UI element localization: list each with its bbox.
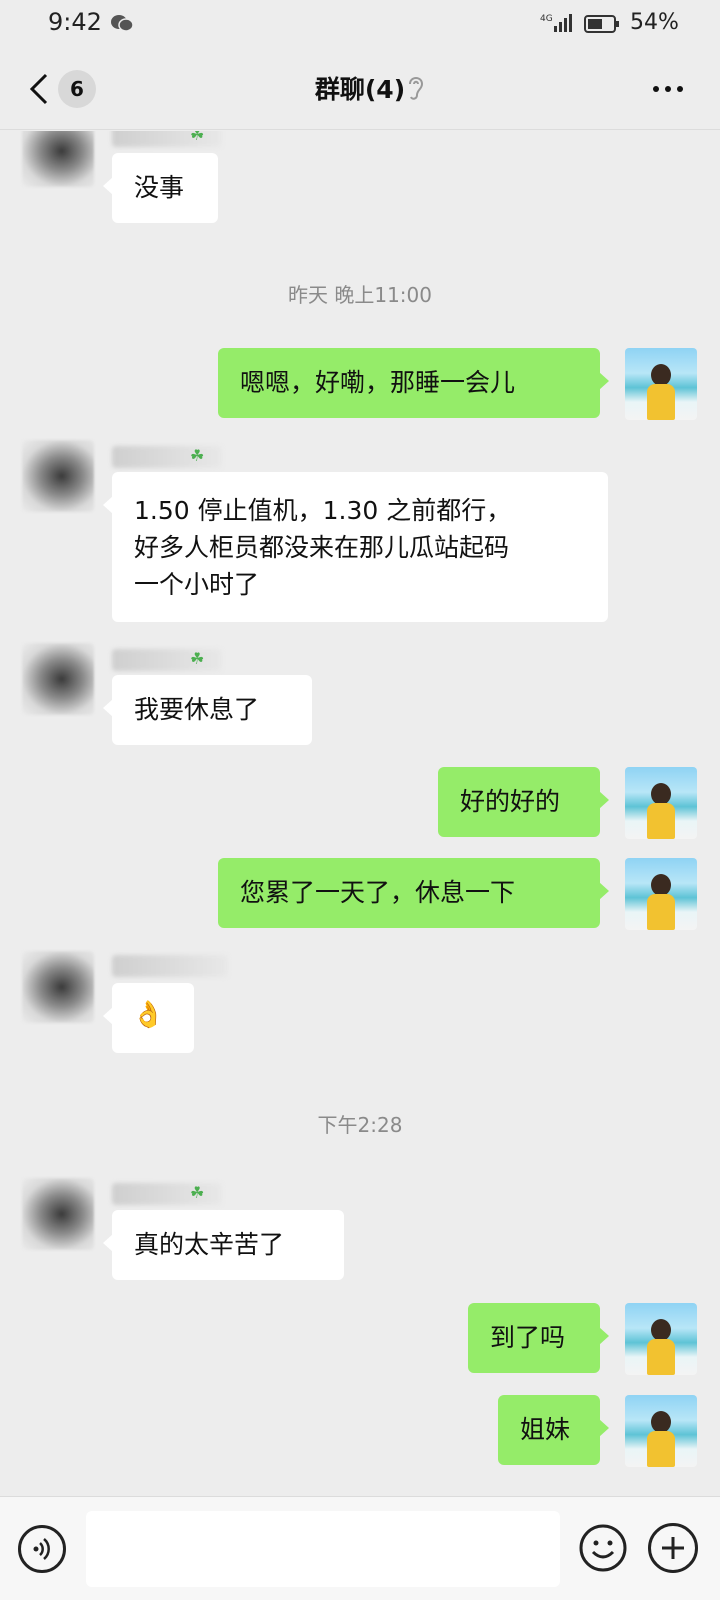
- message-text: 到了吗: [490, 1323, 566, 1352]
- avatar[interactable]: [22, 643, 94, 715]
- voice-button[interactable]: [18, 1525, 66, 1573]
- message-text: 我要休息了: [134, 695, 260, 724]
- message-list[interactable]: ☘ 没事 昨天 晚上11:00 嗯嗯，好嘞，那睡一会儿 ☘ 1.50 停止值机，…: [0, 131, 720, 1496]
- sender-name: [112, 649, 222, 671]
- ok-hand-emoji: 👌: [132, 1000, 165, 1030]
- more-button[interactable]: [648, 74, 688, 104]
- avatar[interactable]: [22, 131, 94, 187]
- chat-header: 6 群聊(4): [0, 48, 720, 130]
- ear-icon: [409, 77, 424, 100]
- message-text-line: 1.50 停止值机，1.30 之前都行，: [134, 496, 512, 525]
- plus-icon: [662, 1537, 684, 1559]
- svg-text:4G: 4G: [540, 14, 553, 24]
- avatar[interactable]: [625, 1395, 697, 1467]
- message-bubble[interactable]: 没事: [103, 153, 218, 223]
- sender-name: [112, 1183, 222, 1205]
- message-bubble[interactable]: 嗯嗯，好嘞，那睡一会儿: [218, 348, 609, 418]
- sender-name: [112, 446, 222, 468]
- message-bubble[interactable]: 到了吗: [468, 1303, 609, 1373]
- message-bubble[interactable]: 我要休息了: [103, 675, 312, 745]
- message-bubble[interactable]: 好的好的: [438, 767, 609, 837]
- message-bubble[interactable]: 1.50 停止值机，1.30 之前都行， 好多人柜员都没来在那儿瓜站起码 一个小…: [103, 472, 608, 622]
- message-text: 姐妹: [520, 1415, 571, 1444]
- timestamp: 昨天 晚上11:00: [288, 283, 432, 307]
- avatar[interactable]: [625, 767, 697, 839]
- plus-button[interactable]: [648, 1523, 698, 1573]
- avatar[interactable]: [625, 348, 697, 420]
- avatar[interactable]: [22, 951, 94, 1023]
- message-text: 真的太辛苦了: [134, 1230, 285, 1259]
- message-text-line: 一个小时了: [134, 570, 260, 599]
- sender-name: [112, 131, 222, 147]
- clover-icon: ☘: [190, 649, 205, 668]
- voice-icon: [33, 1538, 50, 1560]
- signal-icon: 4G: [540, 14, 572, 32]
- status-bar: 9:42 4G 54%: [0, 0, 720, 48]
- message-text: 好的好的: [460, 787, 561, 816]
- wechat-notification-icon: [111, 15, 134, 32]
- sender-name: [112, 955, 228, 977]
- battery-icon: [584, 15, 619, 33]
- message-input[interactable]: [86, 1511, 560, 1587]
- message-text: 您累了一天了，休息一下: [240, 878, 516, 907]
- battery-level: 54%: [630, 10, 679, 35]
- message-bubble[interactable]: 👌: [103, 983, 194, 1053]
- status-time: 9:42: [48, 8, 102, 36]
- avatar[interactable]: [625, 858, 697, 930]
- clover-icon: ☘: [190, 446, 205, 465]
- clover-icon: ☘: [190, 1183, 205, 1202]
- message-bubble[interactable]: 真的太辛苦了: [103, 1210, 344, 1280]
- avatar[interactable]: [625, 1303, 697, 1375]
- chat-title: 群聊(4): [314, 75, 406, 104]
- message-bubble[interactable]: 姐妹: [498, 1395, 609, 1465]
- timestamp: 下午2:28: [317, 1113, 403, 1137]
- message-text: 嗯嗯，好嘞，那睡一会儿: [240, 368, 516, 397]
- message-text-line: 好多人柜员都没来在那儿瓜站起码: [134, 533, 510, 562]
- avatar[interactable]: [22, 440, 94, 512]
- clover-icon: ☘: [190, 131, 205, 144]
- avatar[interactable]: [22, 1178, 94, 1250]
- message-bubble[interactable]: 您累了一天了，休息一下: [218, 858, 609, 928]
- message-text: 没事: [134, 173, 185, 202]
- emoji-icon[interactable]: [578, 1523, 628, 1573]
- input-bar: [0, 1496, 720, 1600]
